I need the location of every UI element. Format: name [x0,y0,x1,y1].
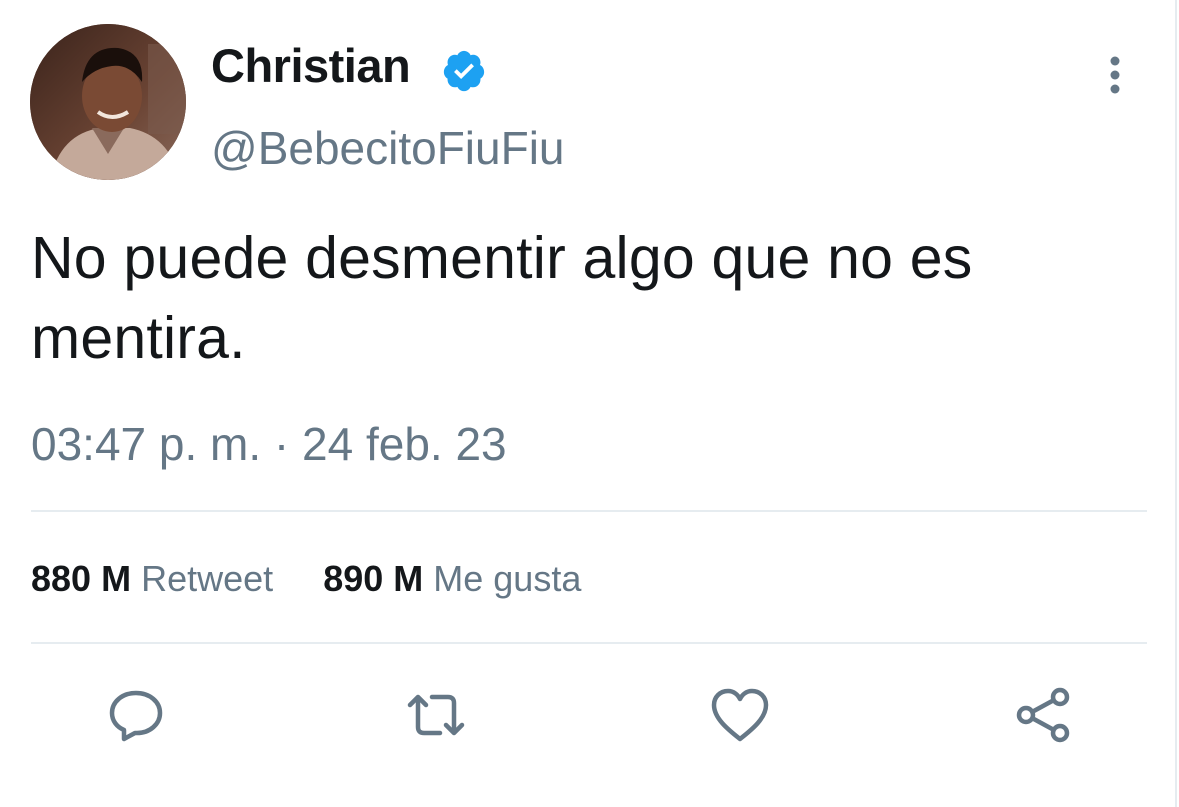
tweet-detail: Christian @BebecitoFiuFiu No puede desme… [0,0,1177,807]
retweet-icon [407,694,465,736]
like-button[interactable] [708,683,772,747]
likes-label: Me gusta [433,558,582,599]
share-button[interactable] [1012,683,1076,747]
retweets-label: Retweet [141,558,274,599]
display-name[interactable]: Christian [211,36,411,96]
tweet-text: No puede desmentir algo que no es mentir… [31,225,973,371]
likes-count: 890 M [323,558,424,599]
divider [31,642,1147,644]
retweets-count: 880 M [31,558,132,599]
tweet-timestamp[interactable]: 03:47 p. m. · 24 feb. 23 [31,414,507,474]
user-handle[interactable]: @BebecitoFiuFiu [211,118,565,178]
like-icon [711,688,769,742]
engagement-stats: 880 M Retweet 890 M Me gusta [31,552,581,606]
retweet-button[interactable] [404,683,468,747]
retweets-stat[interactable]: 880 M Retweet [31,558,283,599]
reply-button[interactable] [104,683,168,747]
likes-stat[interactable]: 890 M Me gusta [323,558,581,599]
more-options-icon[interactable] [1098,52,1132,98]
reply-icon [109,690,163,742]
avatar-image [30,24,186,180]
divider [31,510,1147,512]
share-icon [1016,687,1070,743]
verified-badge-icon [443,50,485,92]
avatar[interactable] [30,24,186,180]
